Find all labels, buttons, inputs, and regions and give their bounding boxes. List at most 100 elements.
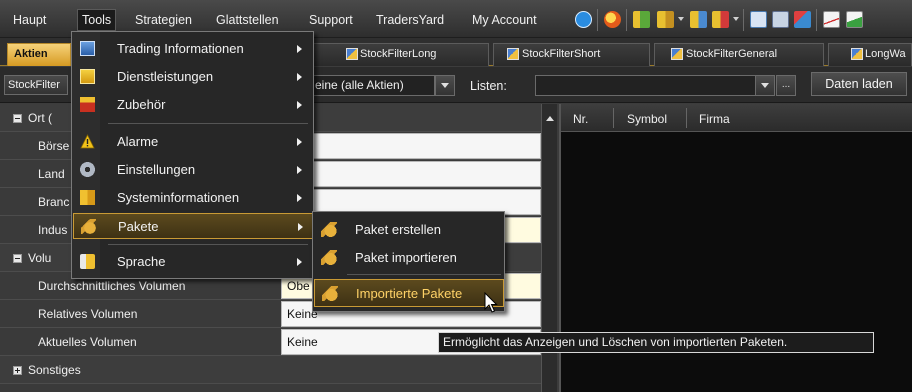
package-imported-icon	[322, 286, 338, 301]
menu-strategien[interactable]: Strategien	[135, 11, 192, 29]
menu-item-alarme[interactable]: Alarme	[73, 129, 313, 155]
property-value-cell[interactable]: ne	[281, 133, 541, 159]
column-divider[interactable]	[686, 108, 687, 128]
globe-icon[interactable]	[604, 11, 621, 28]
chart-up-icon[interactable]	[633, 11, 650, 28]
mouse-pointer-icon	[484, 292, 498, 313]
lists-select-arrow[interactable]	[755, 75, 775, 96]
property-label: Branc	[38, 195, 70, 209]
menu-item-label: Zubehör	[117, 97, 166, 112]
dropdown-arrow-icon[interactable]	[733, 17, 739, 21]
menu-item-label: Dienstleistungen	[117, 69, 214, 84]
menu-haupt[interactable]: Haupt	[13, 11, 46, 29]
scroll-up-icon[interactable]	[546, 116, 554, 121]
menu-item-dienstleistungen[interactable]: Dienstleistungen	[73, 64, 313, 90]
stockfilter-dropdown[interactable]: StockFilter	[4, 75, 68, 95]
menu-item-systeminformationen[interactable]: Systeminformationen	[73, 185, 313, 211]
property-label: Aktuelles Volumen	[38, 335, 137, 349]
property-label: Börse	[38, 139, 70, 153]
menu-separator	[108, 123, 308, 124]
language-icon	[80, 254, 95, 269]
tab-longwa[interactable]: LongWa	[828, 43, 912, 66]
property-value: Keine	[287, 335, 318, 349]
column-header-firma[interactable]: Firma	[699, 112, 730, 126]
line-chart-icon[interactable]	[823, 11, 840, 28]
column-header-symbol[interactable]: Symbol	[627, 112, 667, 126]
property-label: Land	[38, 167, 65, 181]
collapse-icon[interactable]	[13, 254, 22, 263]
submenu-arrow-icon	[297, 45, 302, 53]
menu-item-label: Trading Informationen	[117, 41, 244, 56]
menu-my-account[interactable]: My Account	[472, 11, 537, 29]
submenu-arrow-icon	[297, 101, 302, 109]
document-icon	[851, 48, 863, 60]
category-sonstiges[interactable]: Sonstiges	[0, 356, 541, 384]
filter-select[interactable]: eine (alle Aktien)	[310, 75, 435, 96]
services-icon	[80, 69, 95, 84]
info-icon[interactable]	[575, 11, 592, 28]
chart-bars-icon[interactable]	[657, 11, 674, 28]
lists-browse-button[interactable]: ...	[776, 75, 796, 96]
lists-select[interactable]	[535, 75, 765, 96]
menu-tradersyard[interactable]: TradersYard	[376, 11, 444, 29]
system-info-icon	[80, 190, 95, 205]
tab-label: StockFilterLong	[360, 48, 437, 60]
list-icon[interactable]	[772, 11, 789, 28]
menu-separator	[347, 274, 501, 275]
menu-item-label: Systeminformationen	[117, 190, 240, 205]
tools-menu: Trading Informationen Dienstleistungen Z…	[71, 31, 314, 279]
toolbar-separator	[816, 9, 817, 31]
submenu-arrow-icon	[298, 223, 303, 231]
menu-item-paket-erstellen[interactable]: Paket erstellen	[314, 216, 504, 244]
menu-item-einstellungen[interactable]: Einstellungen	[73, 157, 313, 183]
property-value: Obe	[287, 279, 310, 293]
category-label: Sonstiges	[28, 363, 81, 377]
menu-item-paket-importieren[interactable]: Paket importieren	[314, 244, 504, 272]
column-header-nr[interactable]: Nr.	[573, 112, 588, 126]
dropdown-arrow-icon[interactable]	[678, 17, 684, 21]
pakete-submenu: Paket erstellen Paket importieren Import…	[312, 211, 505, 312]
menu-item-label: Paket erstellen	[355, 222, 441, 237]
menu-item-trading-informationen[interactable]: Trading Informationen	[73, 36, 313, 62]
tab-stockfilterlong[interactable]: StockFilterLong	[313, 43, 489, 66]
lists-label: Listen:	[470, 79, 507, 93]
menu-item-sprache[interactable]: Sprache	[73, 249, 313, 275]
menu-item-pakete[interactable]: Pakete	[73, 213, 313, 239]
property-label: Indus	[38, 223, 68, 237]
chart-delete-icon[interactable]	[712, 11, 729, 28]
menu-item-importierte-pakete[interactable]: Importierte Pakete	[314, 279, 504, 307]
package-icon	[81, 219, 96, 234]
tab-label: Aktien	[14, 48, 48, 60]
document-icon	[346, 48, 358, 60]
tab-stockfiltershort[interactable]: StockFilterShort	[493, 43, 650, 66]
column-divider[interactable]	[613, 108, 614, 128]
toolbar-separator	[743, 9, 744, 31]
package-create-icon	[321, 222, 337, 237]
collapse-icon[interactable]	[13, 114, 22, 123]
area-chart-icon[interactable]	[846, 11, 863, 28]
menu-item-label: Pakete	[118, 219, 159, 234]
settings-icon	[80, 162, 95, 177]
menu-item-label: Importierte Pakete	[356, 286, 463, 301]
load-data-button[interactable]: Daten laden	[811, 72, 907, 96]
menu-separator	[108, 244, 308, 245]
submenu-arrow-icon	[297, 73, 302, 81]
results-header: Nr. Symbol Firma	[561, 104, 912, 132]
menu-item-zubehoer[interactable]: Zubehör	[73, 92, 313, 118]
expand-icon[interactable]	[13, 366, 22, 375]
menu-item-label: Einstellungen	[117, 162, 196, 177]
menu-item-label: Sprache	[117, 254, 166, 269]
tooltip: Ermöglicht das Anzeigen und Löschen von …	[438, 332, 874, 353]
menu-glattstellen[interactable]: Glattstellen	[216, 11, 279, 29]
pie-icon[interactable]	[794, 11, 811, 28]
chart-filter-icon[interactable]	[690, 11, 707, 28]
tab-label: StockFilterGeneral	[686, 48, 778, 60]
menu-support[interactable]: Support	[309, 11, 353, 29]
property-value-cell[interactable]: ne	[281, 161, 541, 187]
table-icon[interactable]	[750, 11, 767, 28]
package-import-icon	[321, 250, 337, 265]
tab-aktien[interactable]: Aktien	[7, 43, 71, 66]
tab-stockfiltergeneral[interactable]: StockFilterGeneral	[654, 43, 824, 66]
filter-select-arrow[interactable]	[435, 75, 455, 96]
menu-tools[interactable]: Tools	[77, 9, 117, 31]
